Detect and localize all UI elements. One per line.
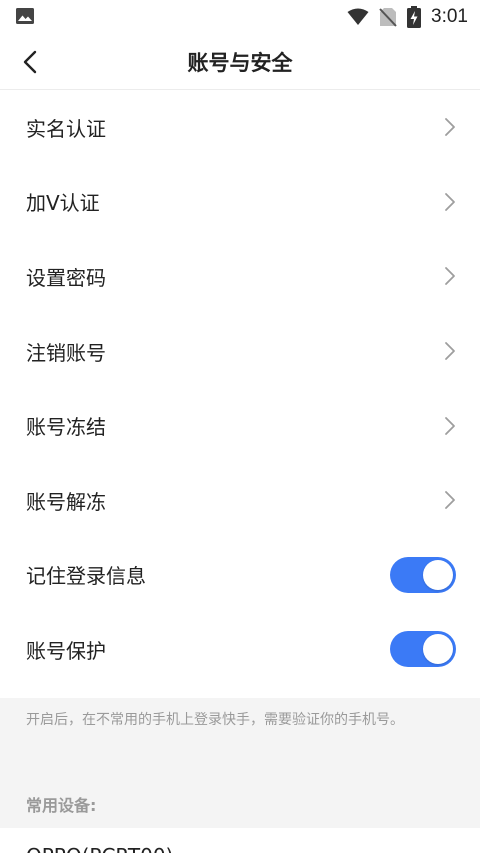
remember-login-toggle[interactable] xyxy=(390,556,456,593)
protection-note: 开启后，在不常用的手机上登录快手，需要验证你的手机号。 xyxy=(26,712,404,728)
chevron-right-icon xyxy=(445,267,455,286)
gallery-icon xyxy=(16,8,34,24)
chevron-right-icon xyxy=(445,118,455,137)
menu-item-label: 实名认证 xyxy=(26,116,106,141)
menu-item-v-verification[interactable]: 加V认证 xyxy=(0,164,480,240)
menu-item-real-name-verification[interactable]: 实名认证 xyxy=(0,90,480,165)
menu-item-label: 账号解冻 xyxy=(26,489,106,514)
battery-charging-icon xyxy=(407,6,422,28)
protection-note-section: 开启后，在不常用的手机上登录快手，需要验证你的手机号。 常用设备: xyxy=(0,698,480,828)
menu-item-unfreeze-account[interactable]: 账号解冻 xyxy=(0,462,480,538)
menu-item-set-password[interactable]: 设置密码 xyxy=(0,239,480,314)
wifi-icon xyxy=(347,8,369,25)
toggle-label: 记住登录信息 xyxy=(26,564,146,589)
toggle-row-remember-login: 记住登录信息 xyxy=(0,537,480,613)
account-protection-toggle[interactable] xyxy=(390,631,456,668)
page-title: 账号与安全 xyxy=(187,51,293,75)
menu-item-label: 账号冻结 xyxy=(26,415,106,440)
menu-item-label: 注销账号 xyxy=(26,340,106,365)
device-name: OPPO(PCRT00) xyxy=(26,844,173,853)
menu-item-label: 加V认证 xyxy=(26,191,100,216)
menu-item-freeze-account[interactable]: 账号冻结 xyxy=(0,388,480,463)
devices-heading: 常用设备: xyxy=(26,796,97,815)
menu-item-label: 设置密码 xyxy=(26,265,106,290)
toggle-label: 账号保护 xyxy=(26,638,106,663)
chevron-right-icon xyxy=(445,342,455,360)
nav-bar: 账号与安全 xyxy=(0,34,480,90)
status-bar: 3:01 xyxy=(0,0,480,34)
chevron-right-icon xyxy=(445,491,455,510)
device-item[interactable]: OPPO(PCRT00) xyxy=(0,828,480,853)
chevron-right-icon xyxy=(445,192,455,211)
chevron-right-icon xyxy=(445,416,455,435)
menu-item-cancel-account[interactable]: 注销账号 xyxy=(0,313,480,389)
toggle-knob xyxy=(423,559,453,590)
status-right: 3:01 xyxy=(347,4,468,30)
toggle-knob xyxy=(423,634,453,665)
no-sim-icon xyxy=(379,8,397,27)
status-time: 3:01 xyxy=(431,6,468,27)
settings-list: 实名认证 加V认证 设置密码 注销账号 账号冻结 账号解冻 记住登录信息 账号保… xyxy=(0,90,480,687)
toggle-row-account-protection: 账号保护 xyxy=(0,612,480,687)
